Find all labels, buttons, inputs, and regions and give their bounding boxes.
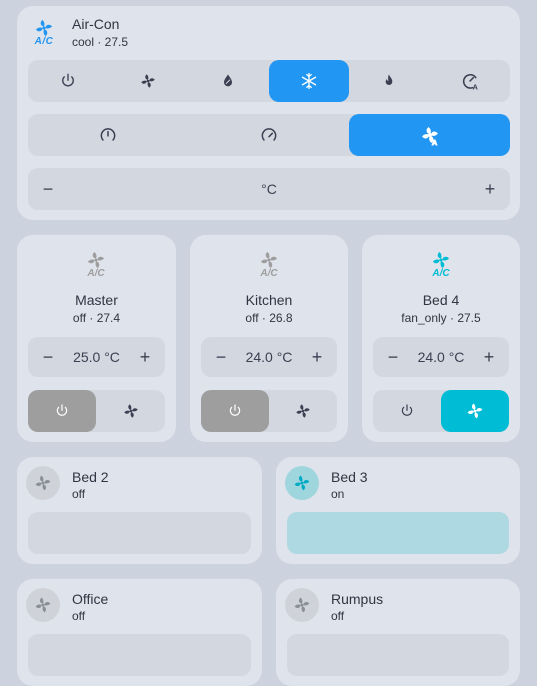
temp-decrease-button[interactable]: − [214,348,228,366]
fan-control-bar[interactable] [28,512,251,554]
fan-low-icon [100,128,116,141]
fan-toggle[interactable] [285,466,319,500]
zone-power-button[interactable] [201,390,269,432]
temp-unit: °C [261,181,277,197]
mode-off-button[interactable] [28,60,108,102]
fan-name: Rumpus [331,591,384,607]
zone-fan-button[interactable] [269,390,337,432]
fan-icon [294,597,310,613]
fan-card-bed2: Bed 2 off [17,457,262,564]
fan-card-rumpus: Rumpus off [276,579,520,686]
fan-name: Bed 2 [72,469,109,485]
fan-state: on [331,487,345,501]
zone-icon: A/C [429,248,453,279]
fan-toggle[interactable] [26,588,60,622]
flame-icon [385,74,393,85]
fan-toggle[interactable] [26,466,60,500]
temp-increase-button[interactable]: + [138,348,152,366]
zone-card-master: A/C Master off · 27.4 − 25.0 °C + [17,235,176,442]
fan-card-office: Office off [17,579,262,686]
temp-increase-button[interactable]: + [482,348,496,366]
zone-state: off · 27.4 [72,311,121,325]
zone-icon: A/C [84,248,108,279]
zone-power-button[interactable] [28,390,96,432]
temp-decrease-button[interactable]: − [41,348,55,366]
snowflake-icon [301,72,317,90]
aircon-name: Air-Con [72,16,120,32]
temp-increase-button[interactable]: + [310,348,324,366]
power-icon [229,404,241,416]
zone-power-button[interactable] [373,390,441,432]
zone-card-kitchen: A/C Kitchen off · 26.8 − 24.0 °C + [190,235,348,442]
mode-dry-button[interactable] [188,60,268,102]
temp-decrease-button[interactable]: − [386,348,400,366]
fan-control-bar[interactable] [287,512,509,554]
zone-temp: 24.0 °C [417,349,465,365]
zone-temp: 25.0 °C [73,349,120,365]
fan-speed-bar: A [28,114,510,156]
mode-heat-button[interactable] [349,60,429,102]
fan-card-bed3: Bed 3 on [276,457,520,564]
fan-icon [35,475,51,491]
mode-cool-button[interactable] [269,60,349,102]
aircon-icon: A/C [32,16,56,50]
fan-state: off [331,609,345,623]
zone-state: fan_only · 27.5 [401,311,481,325]
fan-auto-button[interactable]: A [349,114,510,156]
zone-name: Bed 4 [422,292,460,308]
zone-mode-bar [201,390,337,432]
zone-temp-stepper: − 25.0 °C + [28,337,165,377]
fan-control-bar[interactable] [28,634,251,676]
zone-mode-bar [373,390,509,432]
dry-icon [224,74,232,87]
aircon-state: cool · 27.5 [72,35,129,49]
fan-icon [35,597,51,613]
fan-control-bar[interactable] [287,634,509,676]
aircon-card: A/C Air-Con cool · 27.5 A A − °C + [17,6,520,220]
fan-medium-button[interactable] [188,114,349,156]
zone-fan-button[interactable] [96,390,165,432]
svg-text:A: A [431,138,437,146]
aircon-temp-stepper: − °C + [28,168,510,210]
temp-increase-button[interactable]: + [483,180,497,198]
power-icon [401,404,413,416]
fan-low-button[interactable] [28,114,188,156]
hvac-mode-bar: A [28,60,510,102]
fan-auto-icon: A [421,127,438,146]
mode-auto-button[interactable]: A [429,60,510,102]
fan-name: Office [72,591,109,607]
zone-card-bed4: A/C Bed 4 fan_only · 27.5 − 24.0 °C + [362,235,520,442]
fan-icon [467,403,483,419]
zone-mode-bar [28,390,165,432]
fan-name: Bed 3 [331,469,368,485]
mode-fan-button[interactable] [108,60,188,102]
fan-icon [123,404,138,418]
zone-state: off · 26.8 [245,311,293,325]
svg-text:A: A [472,82,478,91]
fan-state: off [72,487,86,501]
zone-icon: A/C [257,248,281,279]
fan-icon [141,74,155,88]
power-icon [62,73,74,87]
zone-temp-stepper: − 24.0 °C + [201,337,337,377]
zone-fan-button[interactable] [441,390,509,432]
temp-decrease-button[interactable]: − [41,180,55,198]
power-icon [56,404,68,416]
auto-mode-icon: A [462,73,478,91]
zone-name: Kitchen [245,292,293,308]
fan-state: off [72,609,86,623]
fan-medium-icon [261,128,276,141]
fan-icon [296,404,310,418]
zone-temp-stepper: − 24.0 °C + [373,337,509,377]
zone-name: Master [75,292,118,308]
fan-toggle[interactable] [285,588,319,622]
fan-icon [294,475,310,491]
zone-temp: 24.0 °C [245,349,293,365]
